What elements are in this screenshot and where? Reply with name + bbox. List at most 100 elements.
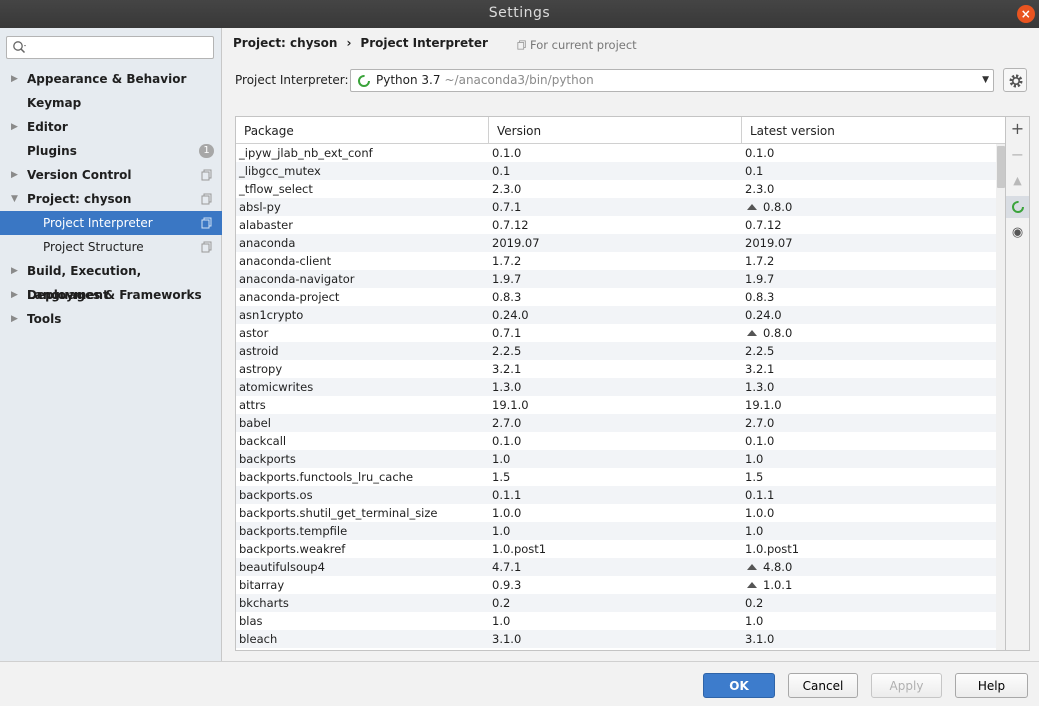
interpreter-select[interactable]: Python 3.7 ~/anaconda3/bin/python ▼	[350, 69, 994, 92]
package-name-text: bitarray	[239, 578, 285, 592]
sidebar-item-project-interpreter[interactable]: Project Interpreter	[0, 211, 222, 235]
table-row[interactable]: absl-py 0.7.1 0.8.0	[236, 198, 996, 216]
apply-button[interactable]: Apply	[871, 673, 942, 698]
dialog-footer: OK Cancel Apply Help	[0, 661, 1039, 706]
expand-arrow-icon[interactable]: ▶	[11, 307, 21, 331]
sidebar-item-tools[interactable]: ▶ Tools	[0, 307, 222, 331]
package-name-text: backports.os	[239, 488, 313, 502]
table-row[interactable]: astropy 3.2.1 3.2.1	[236, 360, 996, 378]
table-row[interactable]: _ipyw_jlab_nb_ext_conf 0.1.0 0.1.0	[236, 144, 996, 162]
expand-arrow-icon[interactable]: ▶	[11, 283, 21, 307]
package-version: 0.7.1	[492, 198, 521, 216]
settings-search[interactable]	[6, 36, 214, 59]
package-name-text: backports.weakref	[239, 542, 346, 556]
table-row[interactable]: bkcharts 0.2 0.2	[236, 594, 996, 612]
package-latest-version-text: 0.8.0	[763, 200, 793, 214]
column-header-package[interactable]: Package	[236, 117, 489, 144]
conda-toggle-button[interactable]	[1006, 196, 1029, 218]
package-latest-version-text: 19.1.0	[745, 398, 782, 412]
table-row[interactable]: bleach 3.1.0 3.1.0	[236, 630, 996, 648]
sidebar-item-project-structure[interactable]: Project Structure	[0, 235, 222, 259]
upgrade-package-button[interactable]: ▲	[1006, 170, 1029, 192]
table-row[interactable]: backports.functools_lru_cache 1.5 1.5	[236, 468, 996, 486]
sidebar-item-editor[interactable]: ▶ Editor	[0, 115, 222, 139]
package-name-text: atomicwrites	[239, 380, 314, 394]
table-row[interactable]: blas 1.0 1.0	[236, 612, 996, 630]
table-row[interactable]: alabaster 0.7.12 0.7.12	[236, 216, 996, 234]
scrollbar-thumb[interactable]	[997, 146, 1005, 188]
package-name-text: _libgcc_mutex	[239, 164, 321, 178]
search-input[interactable]	[31, 39, 209, 56]
table-row[interactable]: backports 1.0 1.0	[236, 450, 996, 468]
sidebar-item-build[interactable]: ▶ Build, Execution, Deployment	[0, 259, 222, 302]
interpreter-path: ~/anaconda3/bin/python	[444, 73, 594, 87]
sidebar-item-languages[interactable]: ▶ Languages & Frameworks	[0, 283, 222, 307]
sidebar-item-appearance[interactable]: ▶ Appearance & Behavior	[0, 67, 222, 91]
collapse-arrow-icon[interactable]: ▼	[11, 187, 21, 211]
package-version-text: 1.5	[492, 470, 511, 484]
settings-content: Project: chyson › Project Interpreter For …	[223, 28, 1039, 661]
package-name: backports.tempfile	[239, 522, 347, 540]
table-row[interactable]: atomicwrites 1.3.0 1.3.0	[236, 378, 996, 396]
table-scrollbar[interactable]	[996, 144, 1005, 650]
table-row[interactable]: anaconda 2019.07 2019.07	[236, 234, 996, 252]
table-row[interactable]: backports.tempfile 1.0 1.0	[236, 522, 996, 540]
table-row[interactable]: asn1crypto 0.24.0 0.24.0	[236, 306, 996, 324]
table-row[interactable]: anaconda-navigator 1.9.7 1.9.7	[236, 270, 996, 288]
sidebar-item-label: Languages & Frameworks	[27, 288, 202, 302]
table-row[interactable]: backcall 0.1.0 0.1.0	[236, 432, 996, 450]
table-row[interactable]: beautifulsoup4 4.7.1 4.8.0	[236, 558, 996, 576]
table-row[interactable]: backports.os 0.1.1 0.1.1	[236, 486, 996, 504]
scope-text: For current project	[530, 38, 637, 52]
column-header-version[interactable]: Version	[489, 117, 742, 144]
sidebar-item-project[interactable]: ▼ Project: chyson	[0, 187, 222, 211]
package-latest-version-text: 0.1	[745, 164, 764, 178]
window-titlebar: Settings ×	[0, 0, 1039, 28]
ok-button[interactable]: OK	[703, 673, 775, 698]
eye-icon: ◉	[1011, 225, 1024, 240]
expand-arrow-icon[interactable]: ▶	[11, 67, 21, 91]
package-latest-version-text: 1.9.7	[745, 272, 775, 286]
column-header-latest[interactable]: Latest version	[742, 117, 1005, 144]
package-latest-version-text: 4.8.0	[763, 560, 793, 574]
expand-arrow-icon[interactable]: ▶	[11, 115, 21, 139]
expand-arrow-icon[interactable]: ▶	[11, 259, 21, 283]
table-row[interactable]: _libgcc_mutex 0.1 0.1	[236, 162, 996, 180]
package-latest-version-text: 1.3.0	[745, 380, 775, 394]
project-scope-icon	[201, 217, 212, 229]
table-row[interactable]: bitarray 0.9.3 1.0.1	[236, 576, 996, 594]
table-row[interactable]: backports.weakref 1.0.post1 1.0.post1	[236, 540, 996, 558]
table-row[interactable]: anaconda-client 1.7.2 1.7.2	[236, 252, 996, 270]
table-row[interactable]: anaconda-project 0.8.3 0.8.3	[236, 288, 996, 306]
sidebar-item-plugins[interactable]: Plugins 1	[0, 139, 222, 163]
chevron-down-icon[interactable]: ▼	[982, 70, 989, 91]
gear-icon	[1009, 74, 1023, 88]
package-name-text: anaconda-client	[239, 254, 332, 268]
interpreter-settings-button[interactable]	[1003, 68, 1027, 92]
upgrade-icon: ▲	[1013, 174, 1022, 187]
table-row[interactable]: attrs 19.1.0 19.1.0	[236, 396, 996, 414]
add-package-button[interactable]: +	[1006, 118, 1029, 140]
package-latest-version-text: 2019.07	[745, 236, 793, 250]
window-close-button[interactable]: ×	[1017, 5, 1035, 23]
help-button[interactable]: Help	[955, 673, 1028, 698]
packages-table: Package Version Latest version _ipyw_jla…	[235, 116, 1006, 651]
remove-package-button[interactable]: −	[1006, 144, 1029, 166]
package-name-text: bleach	[239, 632, 278, 646]
table-row[interactable]: _tflow_select 2.3.0 2.3.0	[236, 180, 996, 198]
package-name: astor	[239, 324, 268, 342]
search-icon	[13, 41, 26, 54]
package-version-text: 3.2.1	[492, 362, 522, 376]
package-latest-version: 0.1.0	[745, 144, 774, 162]
cancel-button[interactable]: Cancel	[788, 673, 858, 698]
plus-icon: +	[1010, 119, 1025, 138]
sidebar-item-version-control[interactable]: ▶ Version Control	[0, 163, 222, 187]
table-row[interactable]: backports.shutil_get_terminal_size 1.0.0 1…	[236, 504, 996, 522]
sidebar-item-label: Project: chyson	[27, 192, 132, 206]
show-early-releases-button[interactable]: ◉	[1006, 222, 1029, 244]
sidebar-item-keymap[interactable]: Keymap	[0, 91, 222, 115]
table-row[interactable]: babel 2.7.0 2.7.0	[236, 414, 996, 432]
expand-arrow-icon[interactable]: ▶	[11, 163, 21, 187]
table-row[interactable]: astroid 2.2.5 2.2.5	[236, 342, 996, 360]
table-row[interactable]: astor 0.7.1 0.8.0	[236, 324, 996, 342]
